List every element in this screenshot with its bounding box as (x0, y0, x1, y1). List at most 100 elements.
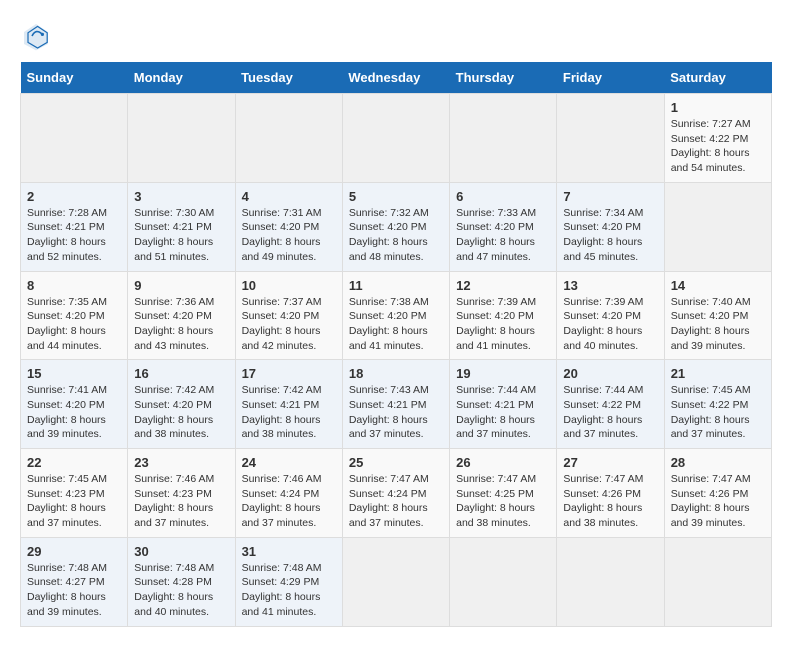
day-number: 1 (671, 100, 765, 115)
calendar-cell: 11Sunrise: 7:38 AM Sunset: 4:20 PM Dayli… (342, 271, 449, 360)
calendar-cell (342, 94, 449, 183)
day-number: 4 (242, 189, 336, 204)
calendar-cell: 19 Sunrise: 7:44 AM Sunset: 4:21 PM Dayli… (450, 360, 557, 449)
logo-icon (20, 20, 52, 52)
day-info: Sunrise: 7:38 AM Sunset: 4:20 PM Dayligh… (349, 295, 443, 354)
calendar-cell: 26Sunrise: 7:47 AM Sunset: 4:25 PM Dayli… (450, 449, 557, 538)
calendar-week-row: 2Sunrise: 7:28 AM Sunset: 4:21 PM Daylig… (21, 182, 772, 271)
day-info: Sunrise: 7:48 AM Sunset: 4:27 PM Dayligh… (27, 561, 121, 620)
day-number: 8 (27, 278, 121, 293)
logo (20, 20, 56, 52)
day-number: 5 (349, 189, 443, 204)
day-info: Sunrise: 7:40 AM Sunset: 4:20 PM Dayligh… (671, 295, 765, 354)
day-info: Sunrise: 7:48 AM Sunset: 4:29 PM Dayligh… (242, 561, 336, 620)
day-info: Sunrise: 7:33 AM Sunset: 4:20 PM Dayligh… (456, 206, 550, 265)
day-info: Sunrise: 7:37 AM Sunset: 4:20 PM Dayligh… (242, 295, 336, 354)
day-number: 25 (349, 455, 443, 470)
calendar-week-row: 29Sunrise: 7:48 AM Sunset: 4:27 PM Dayli… (21, 537, 772, 626)
weekday-header-tuesday: Tuesday (235, 62, 342, 94)
day-info: Sunrise: 7:44 AM Sunset: 4:22 PM Dayligh… (563, 383, 657, 442)
day-info: Sunrise: 7:45 AM Sunset: 4:22 PM Dayligh… (671, 383, 765, 442)
day-number: 10 (242, 278, 336, 293)
calendar-cell: 28 Sunrise: 7:47 AM Sunset: 4:26 PM Dayli… (664, 449, 771, 538)
calendar-cell (235, 94, 342, 183)
weekday-header-sunday: Sunday (21, 62, 128, 94)
calendar-cell: 29Sunrise: 7:48 AM Sunset: 4:27 PM Dayli… (21, 537, 128, 626)
calendar-cell: 9 Sunrise: 7:36 AM Sunset: 4:20 PM Daylig… (128, 271, 235, 360)
day-info: Sunrise: 7:31 AM Sunset: 4:20 PM Dayligh… (242, 206, 336, 265)
calendar-cell (450, 537, 557, 626)
weekday-header-wednesday: Wednesday (342, 62, 449, 94)
calendar-cell: 7 Sunrise: 7:34 AM Sunset: 4:20 PM Daylig… (557, 182, 664, 271)
day-info: Sunrise: 7:48 AM Sunset: 4:28 PM Dayligh… (134, 561, 228, 620)
day-number: 28 (671, 455, 765, 470)
calendar-cell: 14 Sunrise: 7:40 AM Sunset: 4:20 PM Dayli… (664, 271, 771, 360)
day-info: Sunrise: 7:32 AM Sunset: 4:20 PM Dayligh… (349, 206, 443, 265)
day-number: 3 (134, 189, 228, 204)
day-number: 2 (27, 189, 121, 204)
calendar-cell: 21 Sunrise: 7:45 AM Sunset: 4:22 PM Dayli… (664, 360, 771, 449)
calendar-cell: 20 Sunrise: 7:44 AM Sunset: 4:22 PM Dayli… (557, 360, 664, 449)
calendar-cell (664, 537, 771, 626)
calendar-table: SundayMondayTuesdayWednesdayThursdayFrid… (20, 62, 772, 627)
calendar-cell: 27 Sunrise: 7:47 AM Sunset: 4:26 PM Dayli… (557, 449, 664, 538)
weekday-header-thursday: Thursday (450, 62, 557, 94)
day-number: 16 (134, 366, 228, 381)
calendar-cell (450, 94, 557, 183)
calendar-cell (342, 537, 449, 626)
day-number: 26 (456, 455, 550, 470)
day-info: Sunrise: 7:44 AM Sunset: 4:21 PM Dayligh… (456, 383, 550, 442)
day-number: 17 (242, 366, 336, 381)
day-info: Sunrise: 7:27 AM Sunset: 4:22 PM Dayligh… (671, 117, 765, 176)
day-number: 27 (563, 455, 657, 470)
calendar-cell: 23Sunrise: 7:46 AM Sunset: 4:23 PM Dayli… (128, 449, 235, 538)
calendar-cell: 8 Sunrise: 7:35 AM Sunset: 4:20 PM Daylig… (21, 271, 128, 360)
calendar-cell: 15Sunrise: 7:41 AM Sunset: 4:20 PM Dayli… (21, 360, 128, 449)
calendar-cell (557, 537, 664, 626)
calendar-cell: 25Sunrise: 7:47 AM Sunset: 4:24 PM Dayli… (342, 449, 449, 538)
day-info: Sunrise: 7:47 AM Sunset: 4:26 PM Dayligh… (671, 472, 765, 531)
calendar-cell: 10 Sunrise: 7:37 AM Sunset: 4:20 PM Dayli… (235, 271, 342, 360)
day-number: 20 (563, 366, 657, 381)
calendar-cell: 1 Sunrise: 7:27 AM Sunset: 4:22 PM Daylig… (664, 94, 771, 183)
day-info: Sunrise: 7:35 AM Sunset: 4:20 PM Dayligh… (27, 295, 121, 354)
calendar-cell (128, 94, 235, 183)
weekday-header-monday: Monday (128, 62, 235, 94)
calendar-cell (21, 94, 128, 183)
day-number: 12 (456, 278, 550, 293)
day-number: 22 (27, 455, 121, 470)
day-info: Sunrise: 7:47 AM Sunset: 4:26 PM Dayligh… (563, 472, 657, 531)
calendar-cell (557, 94, 664, 183)
day-info: Sunrise: 7:45 AM Sunset: 4:23 PM Dayligh… (27, 472, 121, 531)
calendar-week-row: 15Sunrise: 7:41 AM Sunset: 4:20 PM Dayli… (21, 360, 772, 449)
day-info: Sunrise: 7:36 AM Sunset: 4:20 PM Dayligh… (134, 295, 228, 354)
calendar-cell (664, 182, 771, 271)
day-number: 13 (563, 278, 657, 293)
day-number: 30 (134, 544, 228, 559)
calendar-cell: 6Sunrise: 7:33 AM Sunset: 4:20 PM Daylig… (450, 182, 557, 271)
calendar-cell: 4 Sunrise: 7:31 AM Sunset: 4:20 PM Daylig… (235, 182, 342, 271)
day-info: Sunrise: 7:30 AM Sunset: 4:21 PM Dayligh… (134, 206, 228, 265)
day-number: 21 (671, 366, 765, 381)
day-info: Sunrise: 7:39 AM Sunset: 4:20 PM Dayligh… (456, 295, 550, 354)
day-number: 18 (349, 366, 443, 381)
calendar-week-row: 22 Sunrise: 7:45 AM Sunset: 4:23 PM Dayli… (21, 449, 772, 538)
weekday-header-saturday: Saturday (664, 62, 771, 94)
day-number: 19 (456, 366, 550, 381)
day-number: 9 (134, 278, 228, 293)
calendar-cell: 24Sunrise: 7:46 AM Sunset: 4:24 PM Dayli… (235, 449, 342, 538)
calendar-week-row: 8 Sunrise: 7:35 AM Sunset: 4:20 PM Daylig… (21, 271, 772, 360)
day-info: Sunrise: 7:42 AM Sunset: 4:20 PM Dayligh… (134, 383, 228, 442)
calendar-cell: 16 Sunrise: 7:42 AM Sunset: 4:20 PM Dayli… (128, 360, 235, 449)
day-number: 24 (242, 455, 336, 470)
calendar-cell: 18Sunrise: 7:43 AM Sunset: 4:21 PM Dayli… (342, 360, 449, 449)
header (20, 20, 772, 52)
day-info: Sunrise: 7:42 AM Sunset: 4:21 PM Dayligh… (242, 383, 336, 442)
calendar-cell: 17 Sunrise: 7:42 AM Sunset: 4:21 PM Dayli… (235, 360, 342, 449)
calendar-cell: 12 Sunrise: 7:39 AM Sunset: 4:20 PM Dayli… (450, 271, 557, 360)
day-number: 7 (563, 189, 657, 204)
calendar-week-row: 1 Sunrise: 7:27 AM Sunset: 4:22 PM Daylig… (21, 94, 772, 183)
day-number: 14 (671, 278, 765, 293)
day-info: Sunrise: 7:34 AM Sunset: 4:20 PM Dayligh… (563, 206, 657, 265)
day-info: Sunrise: 7:39 AM Sunset: 4:20 PM Dayligh… (563, 295, 657, 354)
